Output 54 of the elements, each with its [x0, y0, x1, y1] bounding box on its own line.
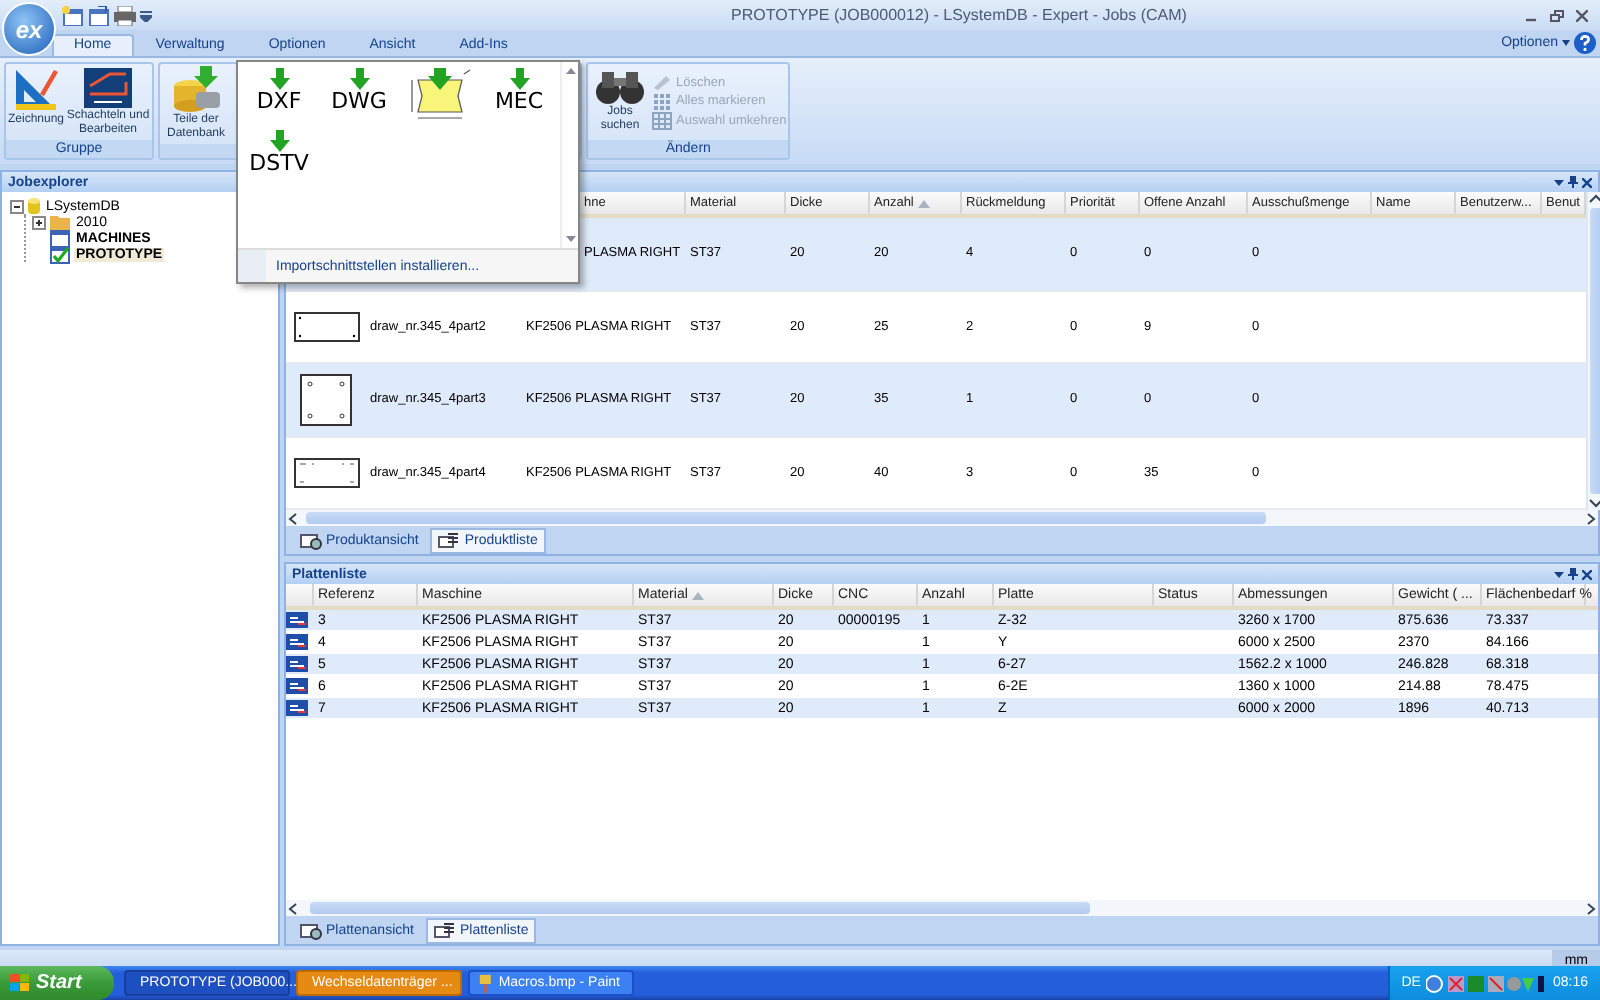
nesting-icon	[82, 66, 134, 110]
list-view-icon	[433, 921, 456, 939]
horizontal-scrollbar[interactable]	[286, 900, 1598, 916]
collapse-icon[interactable]	[10, 199, 24, 213]
pin-icon[interactable]	[1568, 176, 1578, 188]
dimensioned-shape-icon	[405, 68, 473, 120]
download-arrow-icon	[349, 68, 369, 90]
database-icon	[170, 66, 222, 114]
eraser-icon	[652, 74, 672, 90]
dropdown-icon[interactable]	[1554, 179, 1564, 185]
list-view-icon	[438, 531, 461, 549]
pin-icon[interactable]	[1568, 568, 1578, 580]
part-thumbnail	[300, 373, 352, 426]
windows-flag-icon	[10, 974, 30, 992]
download-arrow-icon	[509, 68, 529, 90]
folder-icon	[50, 214, 70, 230]
scroll-down-icon[interactable]	[1588, 496, 1600, 510]
window-title: PROTOTYPE (JOB000012) - LSystemDB - Expert - Jobs (CAM)	[729, 6, 1189, 24]
vertical-scrollbar[interactable]	[1586, 192, 1600, 510]
dot-grid-icon	[652, 92, 672, 110]
close-icon[interactable]	[1576, 9, 1588, 21]
product-view-icon	[300, 531, 322, 549]
scroll-up-icon[interactable]	[1588, 192, 1600, 206]
restore-icon[interactable]	[1550, 9, 1564, 21]
scroll-right-icon[interactable]	[1584, 901, 1598, 915]
download-arrow-icon	[269, 130, 289, 152]
scroll-right-icon[interactable]	[1584, 511, 1598, 525]
close-icon[interactable]	[1582, 569, 1592, 579]
plate-view-icon	[300, 921, 322, 939]
horizontal-scrollbar[interactable]	[286, 510, 1598, 526]
binoculars-icon	[594, 66, 646, 106]
open-file-icon[interactable]	[88, 5, 110, 25]
printer-icon[interactable]	[114, 5, 136, 25]
menu-gutter	[238, 250, 266, 282]
download-arrow-icon	[269, 68, 289, 90]
set-square-pencil-icon	[12, 66, 60, 114]
tray-icons-drawing[interactable]	[1426, 973, 1547, 993]
sort-ascending-icon	[917, 199, 930, 207]
database-icon	[28, 197, 40, 215]
part-thumbnail	[293, 457, 359, 488]
start-button[interactable]: Start	[0, 966, 114, 1000]
scroll-left-icon[interactable]	[286, 511, 300, 525]
scroll-left-icon[interactable]	[286, 901, 300, 915]
close-icon[interactable]	[1582, 177, 1592, 187]
part-thumbnail	[293, 311, 359, 342]
grid-icon	[652, 112, 672, 130]
sort-ascending-icon	[691, 591, 704, 599]
expand-icon[interactable]	[32, 215, 46, 229]
new-file-icon[interactable]	[62, 5, 84, 25]
customize-caret-icon[interactable]	[140, 9, 152, 21]
paint-brush-icon	[478, 973, 493, 993]
help-icon[interactable]	[1574, 32, 1596, 54]
dropdown-icon[interactable]	[1554, 571, 1564, 577]
caret-icon[interactable]	[1562, 40, 1570, 46]
